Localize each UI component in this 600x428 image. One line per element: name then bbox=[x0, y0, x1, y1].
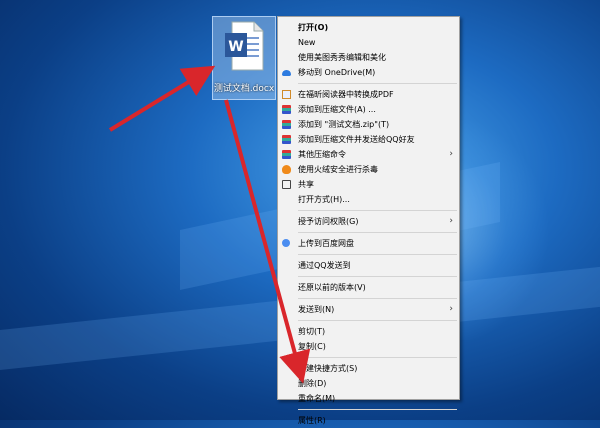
pdf-icon bbox=[282, 90, 291, 99]
menu-item-label: 通过QQ发送到 bbox=[298, 261, 351, 270]
menu-separator bbox=[298, 298, 457, 299]
context-menu-item[interactable]: 其他压缩命令 › bbox=[278, 147, 459, 162]
chevron-right-icon: › bbox=[449, 304, 453, 314]
winrar-icon bbox=[282, 120, 291, 129]
context-menu-item[interactable]: 打开(O) bbox=[278, 20, 459, 35]
word-doc-icon: W bbox=[225, 21, 264, 71]
menu-separator bbox=[298, 276, 457, 277]
svg-text:W: W bbox=[228, 39, 243, 55]
context-menu: 打开(O) New 使用美图秀秀编辑和美化 移动到 OneDrive(M) 在福昕阅读器… bbox=[277, 16, 460, 425]
menu-item-label: 上传到百度网盘 bbox=[298, 239, 354, 248]
context-menu-item[interactable]: 移动到 OneDrive(M) bbox=[278, 65, 459, 80]
menu-item-label: 剪切(T) bbox=[298, 327, 326, 336]
menu-separator bbox=[298, 232, 457, 233]
menu-separator bbox=[298, 210, 457, 211]
file-name-label: 测试文档.docx bbox=[213, 84, 275, 94]
menu-separator bbox=[298, 254, 457, 255]
context-menu-item[interactable]: 使用火绒安全进行杀毒 bbox=[278, 162, 459, 177]
menu-item-label: 重命名(M) bbox=[298, 394, 336, 403]
context-menu-item[interactable]: 重命名(M) bbox=[278, 391, 459, 406]
menu-item-label: 属性(R) bbox=[298, 416, 326, 425]
winrar-icon bbox=[282, 105, 291, 114]
context-menu-item[interactable]: 在福昕阅读器中转换成PDF bbox=[278, 87, 459, 102]
context-menu-item[interactable]: 删除(D) bbox=[278, 376, 459, 391]
menu-item-label: 授予访问权限(G) bbox=[298, 217, 359, 226]
menu-item-label: 使用美图秀秀编辑和美化 bbox=[298, 53, 386, 62]
context-menu-item[interactable]: 上传到百度网盘 bbox=[278, 236, 459, 251]
menu-item-label: 移动到 OneDrive(M) bbox=[298, 68, 376, 77]
menu-separator bbox=[298, 409, 457, 410]
menu-item-label: 打开方式(H)... bbox=[298, 195, 350, 204]
context-menu-item[interactable]: 添加到压缩文件(A) ... bbox=[278, 102, 459, 117]
share-icon bbox=[282, 180, 291, 189]
menu-item-label: 还原以前的版本(V) bbox=[298, 283, 366, 292]
menu-item-label: 添加到压缩文件并发送给QQ好友 bbox=[298, 135, 415, 144]
winrar-icon bbox=[282, 150, 291, 159]
menu-item-label: 删除(D) bbox=[298, 379, 327, 388]
context-menu-item[interactable]: 发送到(N) › bbox=[278, 302, 459, 317]
context-menu-item[interactable]: 添加到压缩文件并发送给QQ好友 bbox=[278, 132, 459, 147]
context-menu-item[interactable]: 共享 bbox=[278, 177, 459, 192]
context-menu-item[interactable]: New bbox=[278, 35, 459, 50]
menu-item-label: 添加到压缩文件(A) ... bbox=[298, 105, 376, 114]
menu-separator bbox=[298, 357, 457, 358]
context-menu-item[interactable]: 授予访问权限(G) › bbox=[278, 214, 459, 229]
context-menu-item[interactable]: 使用美图秀秀编辑和美化 bbox=[278, 50, 459, 65]
menu-item-label: New bbox=[298, 38, 316, 47]
baidu-netdisk-icon bbox=[282, 239, 290, 247]
menu-item-label: 创建快捷方式(S) bbox=[298, 364, 358, 373]
context-menu-item[interactable]: 复制(C) bbox=[278, 339, 459, 354]
context-menu-item[interactable]: 打开方式(H)... bbox=[278, 192, 459, 207]
menu-item-label: 共享 bbox=[298, 180, 314, 189]
onedrive-cloud-icon bbox=[282, 70, 291, 76]
menu-item-label: 在福昕阅读器中转换成PDF bbox=[298, 90, 394, 99]
menu-separator bbox=[298, 320, 457, 321]
chevron-right-icon: › bbox=[449, 149, 453, 159]
context-menu-item[interactable]: 还原以前的版本(V) bbox=[278, 280, 459, 295]
menu-item-label: 使用火绒安全进行杀毒 bbox=[298, 165, 378, 174]
menu-item-label: 复制(C) bbox=[298, 342, 326, 351]
menu-separator bbox=[298, 83, 457, 84]
winrar-icon bbox=[282, 135, 291, 144]
context-menu-item[interactable]: 属性(R) bbox=[278, 413, 459, 428]
menu-item-label: 其他压缩命令 bbox=[298, 150, 346, 159]
desktop-file-icon[interactable]: W 测试文档.docx bbox=[212, 16, 276, 100]
menu-item-label: 添加到 "测试文档.zip"(T) bbox=[298, 120, 390, 129]
menu-item-label: 打开(O) bbox=[298, 23, 329, 32]
context-menu-item[interactable]: 通过QQ发送到 bbox=[278, 258, 459, 273]
huorong-icon bbox=[282, 165, 291, 174]
menu-item-label: 发送到(N) bbox=[298, 305, 335, 314]
context-menu-item[interactable]: 剪切(T) bbox=[278, 324, 459, 339]
context-menu-item[interactable]: 创建快捷方式(S) bbox=[278, 361, 459, 376]
context-menu-item[interactable]: 添加到 "测试文档.zip"(T) bbox=[278, 117, 459, 132]
chevron-right-icon: › bbox=[449, 216, 453, 226]
